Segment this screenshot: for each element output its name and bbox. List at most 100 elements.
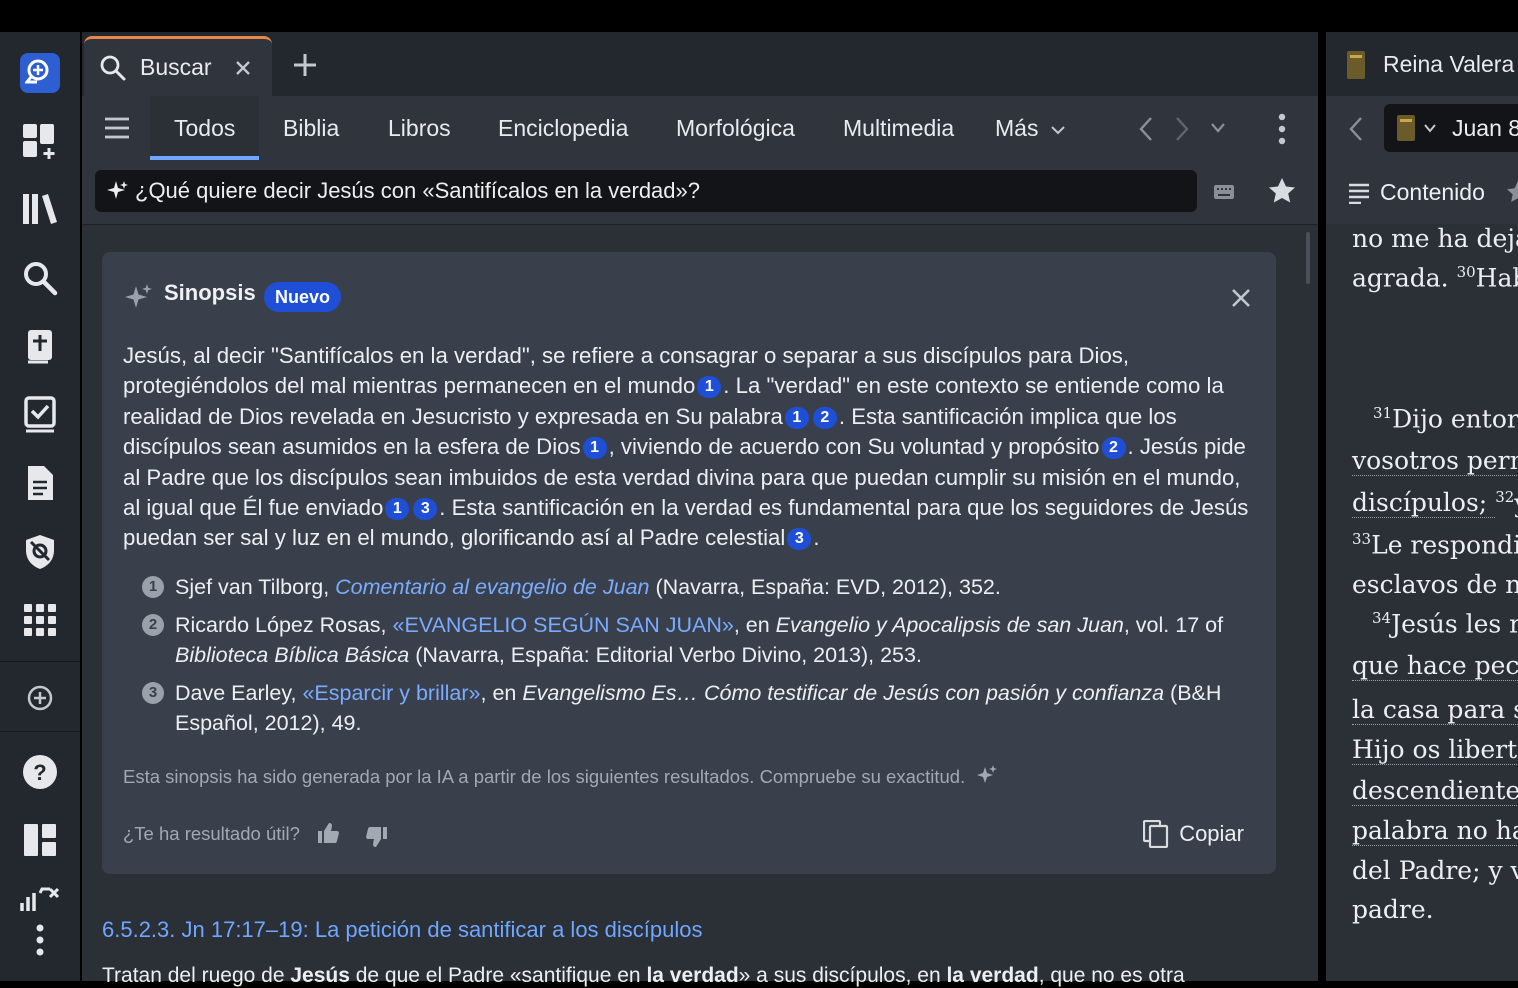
thumbs-up-icon[interactable] (317, 822, 340, 844)
contents-button[interactable]: Contenido (1380, 179, 1485, 206)
reference-number: 3 (142, 682, 164, 704)
layout-icon[interactable] (20, 820, 60, 860)
reference-link[interactable]: Comentario al evangelio de Juan (335, 575, 649, 599)
verse-number[interactable]: 32 (1495, 488, 1514, 506)
bible-panel: Reina Valera R Juan 8 Contenido no me ha… (1326, 32, 1518, 981)
bible-line: padre. (1352, 895, 1434, 924)
snippet-highlight: Jesús (290, 964, 350, 987)
reference-work: Evangelismo Es… Cómo testificar de Jesús… (522, 681, 1165, 705)
snippet-text: » a sus discípulos, en (738, 964, 947, 987)
verse-text: descendientes (1352, 776, 1518, 806)
citation-badge[interactable]: 1 (697, 376, 722, 399)
bible-line: que hace peca (1352, 651, 1518, 681)
thumbs-down-icon[interactable] (366, 826, 388, 848)
add-circle-icon[interactable] (20, 678, 60, 718)
favorite-star-icon[interactable] (1506, 180, 1518, 204)
bible-line: Hijo os libert (1352, 735, 1518, 765)
close-tab-icon[interactable] (235, 60, 251, 76)
dashboard-add-icon[interactable] (20, 121, 60, 161)
bible-tab-strip: Reina Valera R (1326, 32, 1518, 96)
verse-number[interactable]: 31 (1373, 404, 1392, 422)
verse-text: Le respondie (1371, 530, 1518, 560)
ai-sparkle-icon (977, 765, 998, 783)
search-icon[interactable] (20, 258, 60, 298)
new-badge: Nuevo (264, 282, 342, 312)
back-arrow-icon[interactable] (1138, 116, 1154, 142)
tab-biblia[interactable]: Biblia (259, 96, 363, 160)
ai-search-icon[interactable] (20, 53, 60, 93)
ai-sparkle-icon (125, 284, 152, 308)
checklist-icon[interactable] (20, 395, 60, 435)
left-icon-rail: ? (0, 32, 80, 981)
tab-label: Enciclopedia (498, 115, 629, 141)
verse-text: vosotros perm (1352, 446, 1518, 476)
clear-formatting-icon[interactable] (20, 878, 60, 918)
bible-line: palabra no hal (1352, 816, 1518, 846)
citation-badge[interactable]: 2 (812, 406, 837, 429)
citation-badge[interactable]: 1 (582, 437, 607, 460)
reference-link[interactable]: «EVANGELIO SEGÚN SAN JUAN» (393, 613, 734, 637)
help-icon[interactable]: ? (20, 752, 60, 792)
bible-nav-row: Juan 8 (1326, 96, 1518, 160)
feedback-row: ¿Te ha resultado útil? (123, 822, 388, 848)
bible-line: 31Dijo entor (1373, 404, 1518, 433)
panel-tab-strip: Buscar (82, 32, 1318, 96)
verse-number[interactable]: 33 (1352, 530, 1371, 548)
verse-number[interactable]: 34 (1372, 609, 1391, 627)
citation-badge[interactable]: 1 (784, 406, 809, 429)
bible-tab-title[interactable]: Reina Valera R (1383, 51, 1518, 78)
bible-line: esclavos de na (1352, 570, 1518, 599)
bible-line: la casa para si (1352, 695, 1518, 725)
reference-number: 1 (142, 576, 164, 598)
tab-todos[interactable]: Todos (150, 96, 260, 160)
query-input[interactable]: ¿Qué quiere decir Jesús con «Santifícalo… (95, 170, 1197, 212)
bible-line: descendientes (1352, 776, 1518, 806)
history-dropdown-icon[interactable] (1210, 122, 1226, 134)
tab-libros[interactable]: Libros (364, 96, 475, 160)
tab-multimedia[interactable]: Multimedia (819, 96, 978, 160)
menu-icon[interactable] (104, 116, 130, 140)
new-tab-plus-icon[interactable] (293, 53, 317, 77)
verse-number[interactable]: 30 (1457, 263, 1476, 281)
citation-badge[interactable]: 3 (787, 528, 812, 551)
reference-link[interactable]: «Esparcir y brillar» (302, 681, 480, 705)
citation-badge[interactable]: 2 (1101, 437, 1126, 460)
ai-sparkle-icon (107, 181, 128, 199)
scrollbar-thumb[interactable] (1306, 232, 1310, 284)
forward-arrow-icon[interactable] (1174, 116, 1190, 142)
query-text: ¿Qué quiere decir Jesús con «Santifícalo… (135, 178, 700, 203)
bible-toolbar: Contenido (1326, 160, 1518, 225)
apps-grid-icon[interactable] (20, 600, 60, 640)
result-heading-link[interactable]: 6.5.2.3. Jn 17:17–19: La petición de san… (102, 917, 703, 943)
bible-plus-icon[interactable] (20, 327, 60, 367)
more-vertical-icon[interactable] (20, 920, 60, 960)
citation-badge[interactable]: 1 (385, 498, 410, 521)
keyboard-icon[interactable] (1213, 184, 1235, 200)
reference-details: (Navarra, España: EVD, 2012), 352. (649, 575, 1001, 599)
snippet-text: de que el Padre «santifique en (349, 964, 647, 987)
verse-text: que hace peca (1352, 651, 1518, 681)
search-tab[interactable]: Buscar (84, 36, 272, 96)
tab-enciclopedia[interactable]: Enciclopedia (474, 96, 652, 160)
reference-work: Evangelio y Apocalipsis de san Juan (775, 613, 1124, 637)
copy-button[interactable]: Copiar (1143, 816, 1244, 852)
favorite-star-icon[interactable] (1268, 177, 1296, 205)
verse-text: Habl (1475, 263, 1518, 293)
reference-selector[interactable]: Juan 8 (1384, 104, 1518, 152)
library-icon[interactable] (20, 189, 60, 229)
snippet-highlight: la verdad (646, 964, 739, 987)
close-icon[interactable] (1231, 288, 1251, 308)
citation-badge[interactable]: 3 (413, 498, 438, 521)
tab-mas[interactable]: Más (971, 96, 1089, 160)
verse-text: discípulos; (1352, 488, 1496, 519)
tab-morfologica[interactable]: Morfológica (652, 96, 819, 160)
synopsis-card: Sinopsis Nuevo Jesús, al decir "Santifíc… (102, 252, 1276, 874)
more-options-icon[interactable] (1277, 113, 1287, 145)
shield-eye-off-icon[interactable] (20, 532, 60, 572)
document-icon[interactable] (20, 463, 60, 503)
tab-label: Biblia (283, 115, 340, 141)
synopsis-title: Sinopsis (164, 280, 256, 305)
snippet-text: , que no es otra (1038, 964, 1185, 987)
reference-details: (Navarra, España: Editorial Verbo Divino… (409, 643, 922, 667)
back-arrow-icon[interactable] (1348, 116, 1364, 142)
